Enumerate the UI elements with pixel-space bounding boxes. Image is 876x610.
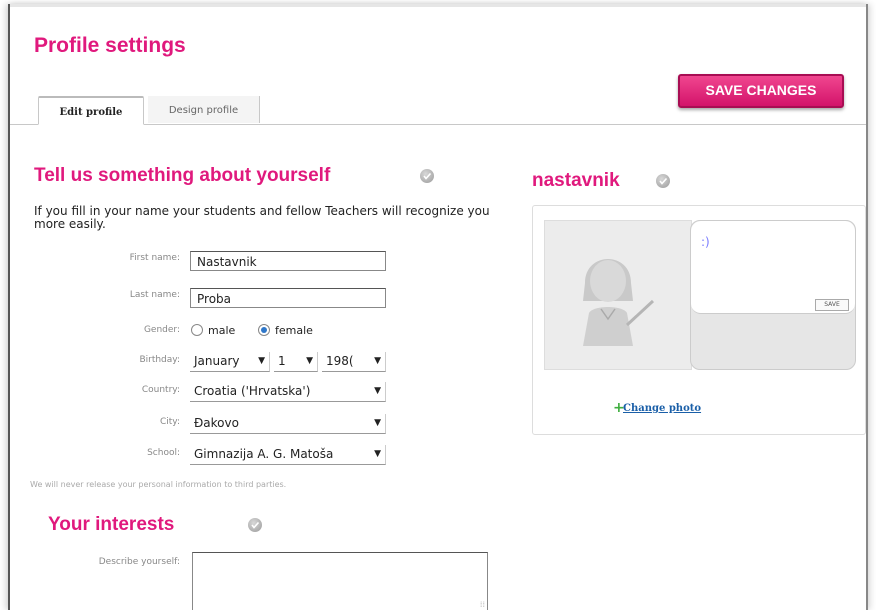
chevron-down-icon: ▼ <box>258 356 265 366</box>
first-name-field[interactable]: Nastavnik <box>190 251 386 271</box>
chevron-down-icon: ▼ <box>374 386 381 396</box>
tab-bar: Edit profile Design profile <box>10 96 866 125</box>
birthday-day-select[interactable]: 1 ▼ <box>274 352 318 372</box>
last-name-label: Last name: <box>129 290 180 300</box>
country-value: Croatia ('Hrvatska') <box>194 384 311 398</box>
birthday-month-select[interactable]: January ▼ <box>190 352 270 372</box>
status-save-button[interactable]: SAVE <box>815 299 849 311</box>
profile-card: :) SAVE + Change photo <box>532 205 866 435</box>
username-heading: nastavnik <box>532 170 620 191</box>
change-photo-link[interactable]: Change photo <box>623 403 701 414</box>
city-select[interactable]: Đakovo ▼ <box>190 414 386 434</box>
first-name-label: First name: <box>129 253 180 263</box>
birthday-label: Birthday: <box>139 355 180 365</box>
profile-settings-page: Profile settings SAVE CHANGES Edit profi… <box>8 4 868 610</box>
birthday-month-value: January <box>194 354 240 368</box>
interests-heading: Your interests <box>48 514 175 535</box>
check-icon <box>420 169 434 183</box>
tab-design-profile[interactable]: Design profile <box>148 96 260 123</box>
birthday-day-value: 1 <box>278 354 286 368</box>
school-label: School: <box>147 448 180 458</box>
resize-grip-icon[interactable]: ⁞⁞ <box>480 600 485 609</box>
chevron-down-icon: ▼ <box>374 449 381 459</box>
check-icon <box>248 518 262 532</box>
top-divider <box>10 4 866 7</box>
birthday-year-select[interactable]: 198( ▼ <box>322 352 386 372</box>
privacy-note: We will never release your personal info… <box>30 480 287 489</box>
country-select[interactable]: Croatia ('Hrvatska') ▼ <box>190 382 386 402</box>
chevron-down-icon: ▼ <box>306 356 313 366</box>
about-heading: Tell us something about yourself <box>34 165 331 186</box>
avatar-placeholder-icon <box>583 259 655 346</box>
chevron-down-icon: ▼ <box>374 418 381 428</box>
city-label: City: <box>159 417 180 427</box>
birthday-year-value: 198( <box>326 354 354 368</box>
about-intro-text: If you fill in your name your students a… <box>34 204 490 231</box>
gender-male-radio[interactable] <box>191 324 203 336</box>
status-bubble: :) SAVE <box>690 220 856 370</box>
gender-label: Gender: <box>143 325 180 335</box>
city-value: Đakovo <box>194 416 239 430</box>
status-text: :) <box>701 235 710 249</box>
gender-female-label: female <box>275 324 313 337</box>
gender-male-label: male <box>208 324 236 337</box>
country-label: Country: <box>141 385 180 395</box>
status-input-area[interactable]: :) SAVE <box>691 221 855 314</box>
describe-yourself-label: Describe yourself: <box>98 557 180 567</box>
tab-edit-profile[interactable]: Edit profile <box>38 96 144 125</box>
gender-female-radio[interactable] <box>258 324 270 336</box>
last-name-field[interactable]: Proba <box>190 288 386 308</box>
check-icon <box>656 174 670 188</box>
profile-photo <box>544 220 692 370</box>
describe-yourself-textarea[interactable]: ⁞⁞ <box>192 552 488 610</box>
school-value: Gimnazija A. G. Matoša <box>194 447 334 461</box>
chevron-down-icon: ▼ <box>374 356 381 366</box>
page-title: Profile settings <box>34 34 186 57</box>
school-select[interactable]: Gimnazija A. G. Matoša ▼ <box>190 445 386 465</box>
